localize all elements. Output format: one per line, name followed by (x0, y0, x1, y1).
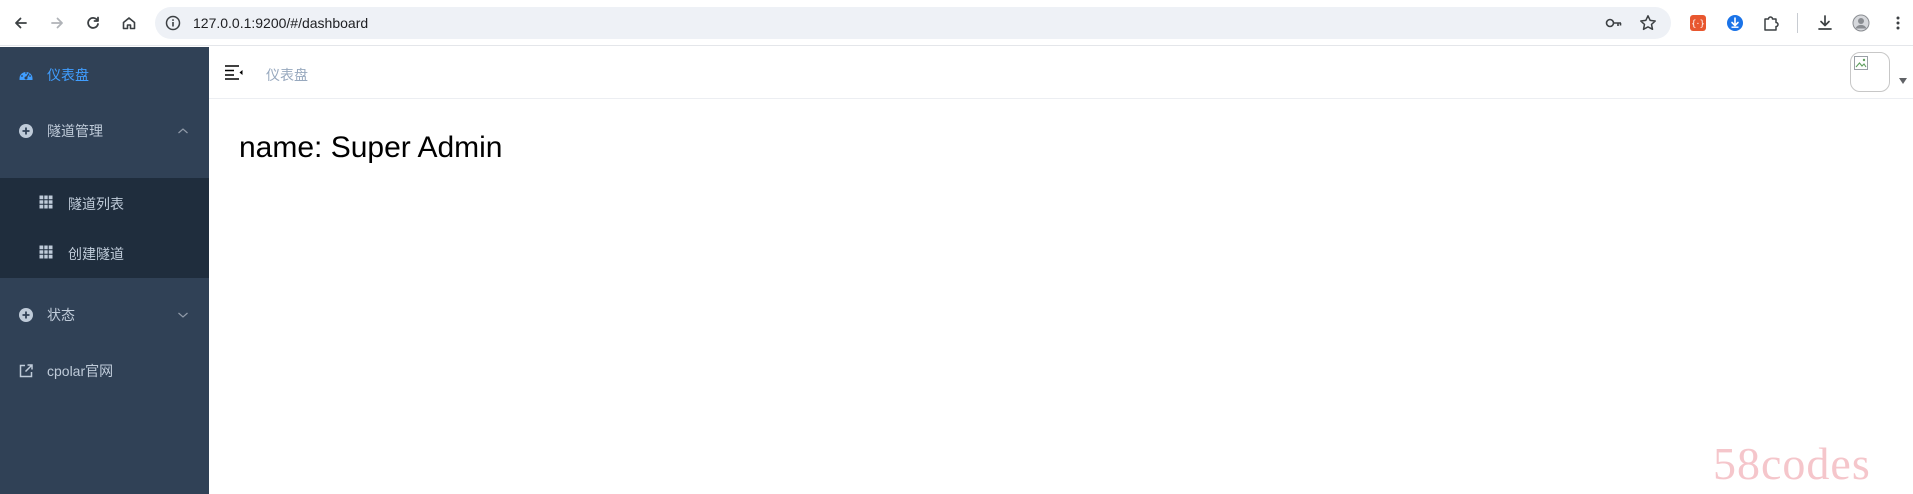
external-link-icon (19, 364, 33, 378)
watermark: 58codes (1713, 438, 1871, 489)
caret-down-icon[interactable] (1899, 78, 1907, 84)
sidebar-item-create-tunnel[interactable]: 创建隧道 (0, 228, 209, 278)
site-info-icon[interactable] (165, 15, 181, 31)
toolbar-divider (1797, 13, 1798, 33)
sidebar-item-label: 隧道列表 (68, 196, 124, 212)
table-icon (39, 195, 53, 209)
sidebar-menu: 仪表盘 隧道管理 隧道列表 创建隧道 状态 cpolar官网 (0, 47, 209, 494)
profile-icon[interactable] (1851, 13, 1871, 33)
more-icon[interactable] (1888, 13, 1908, 33)
sidebar-item-status[interactable]: 状态 (0, 287, 209, 343)
password-key-icon[interactable] (1605, 15, 1623, 31)
sidebar-item-dashboard[interactable]: 仪表盘 (0, 47, 209, 103)
plus-circle-icon (19, 124, 33, 138)
extension-red-icon[interactable]: {·} (1688, 13, 1708, 33)
sidebar-item-cpolar-site[interactable]: cpolar官网 (0, 343, 209, 399)
sidebar-item-tunnel-list[interactable]: 隧道列表 (0, 178, 209, 228)
sidebar-item-tunnel-management[interactable]: 隧道管理 (0, 103, 209, 159)
table-icon (39, 245, 53, 259)
home-icon[interactable] (117, 11, 141, 35)
download-icon[interactable] (1815, 13, 1835, 33)
sidebar-item-label: cpolar官网 (47, 363, 114, 379)
top-navbar: 仪表盘 (209, 47, 1913, 99)
plus-circle-icon (19, 308, 33, 322)
extensions-puzzle-icon[interactable] (1761, 13, 1781, 33)
sidebar-item-label: 创建隧道 (68, 246, 124, 262)
url-text: 127.0.0.1:9200/#/dashboard (193, 15, 369, 31)
extension-blue-icon[interactable] (1725, 13, 1745, 33)
sidebar-item-label: 隧道管理 (47, 123, 103, 139)
browser-toolbar: 127.0.0.1:9200/#/dashboard {·} (0, 0, 1913, 46)
chevron-down-icon (178, 312, 188, 318)
forward-icon[interactable] (45, 11, 69, 35)
hamburger-icon[interactable] (224, 63, 244, 81)
chevron-up-icon (178, 128, 188, 134)
tunnel-submenu: 隧道列表 创建隧道 (0, 178, 209, 278)
dashboard-icon (19, 72, 33, 80)
sidebar-item-label: 状态 (47, 307, 75, 323)
back-icon[interactable] (9, 11, 33, 35)
avatar[interactable] (1850, 52, 1890, 92)
broken-image-icon (1854, 56, 1868, 70)
bookmark-star-icon[interactable] (1639, 14, 1657, 32)
sidebar-item-label: 仪表盘 (47, 67, 89, 83)
address-bar[interactable]: 127.0.0.1:9200/#/dashboard (155, 7, 1671, 39)
svg-text:{·}: {·} (1691, 20, 1705, 30)
breadcrumb[interactable]: 仪表盘 (266, 65, 308, 85)
reload-icon[interactable] (81, 11, 105, 35)
dashboard-greeting: name: Super Admin (239, 131, 503, 164)
